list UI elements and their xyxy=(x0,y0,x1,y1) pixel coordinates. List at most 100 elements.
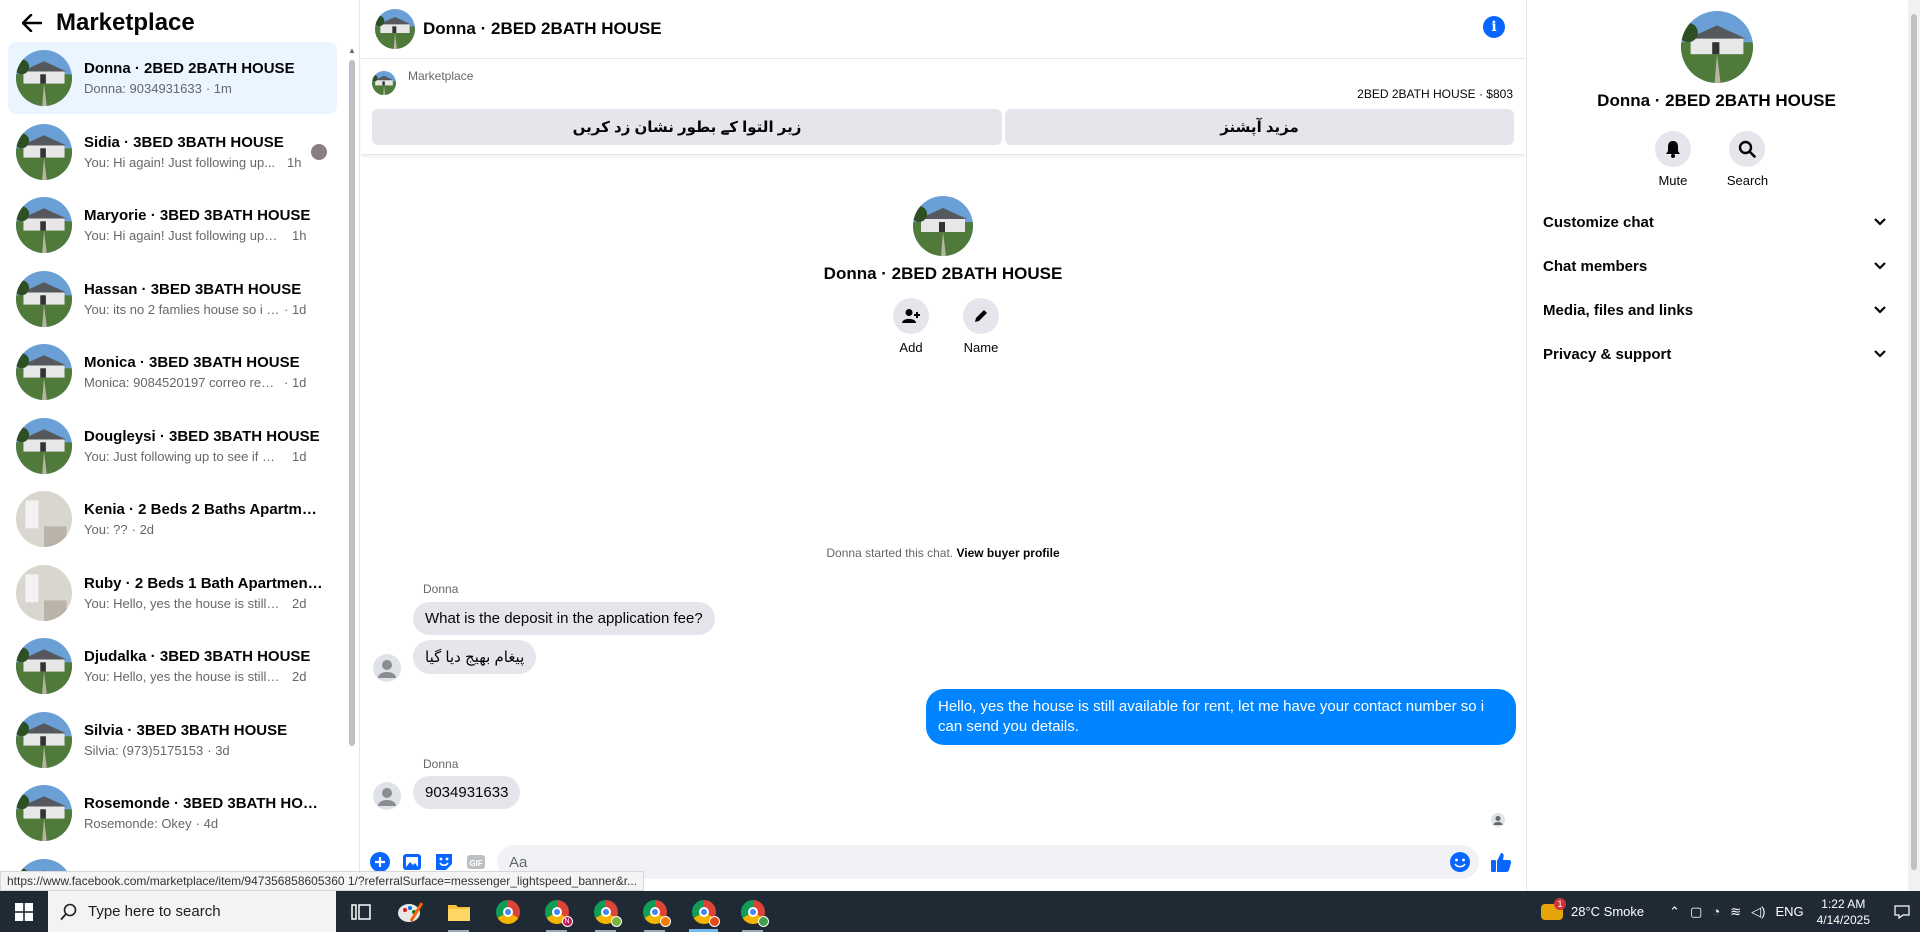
conversation-time: · 3d xyxy=(207,742,230,758)
more-options-button[interactable]: مزید آپشنز xyxy=(1005,109,1514,145)
task-view-icon[interactable] xyxy=(336,891,385,932)
conversation-item[interactable]: Dougleysi · 3BED 3BATH HOUSE You: Just fo… xyxy=(8,410,337,482)
meet-now-icon[interactable]: ▢ xyxy=(1690,904,1702,920)
conversation-item[interactable]: Rosemonde · 3BED 3BATH HOUSE Rosemonde: O… xyxy=(8,777,337,849)
conversation-item[interactable]: Kenia · 2 Beds 2 Baths Apartmen... You: ?… xyxy=(8,483,337,555)
chat-avatar[interactable] xyxy=(375,9,415,49)
system-tray: 1 28°C Smoke ⌃ ▢ ◔ ≋ ◁) ENG 1:22 AM 4/14… xyxy=(1541,891,1920,932)
sidebar-header: Marketplace xyxy=(0,0,359,46)
seen-avatar xyxy=(311,143,327,160)
view-buyer-profile-link[interactable]: View buyer profile xyxy=(956,546,1059,560)
message-bubble-incoming[interactable]: What is the deposit in the application f… xyxy=(413,602,715,635)
emoji-icon[interactable] xyxy=(1449,851,1471,878)
sidebar-scrollbar[interactable]: ▲ xyxy=(348,46,356,891)
conversation-name: Hassan · 3BED 3BATH HOUSE xyxy=(84,280,302,298)
conversation-meta: You: Hello, yes the house is still ava..… xyxy=(84,596,337,611)
conversation-thumbnail xyxy=(16,270,72,327)
mute-button[interactable]: Mute xyxy=(1654,131,1691,188)
search-icon xyxy=(60,903,77,920)
taskbar-search[interactable]: Type here to search xyxy=(48,891,336,932)
conversation-meta: You: Hi again! Just following up—if ... 1… xyxy=(84,228,337,243)
conversation-preview: Rosemonde: Okey xyxy=(84,816,192,831)
sidebar-title: Marketplace xyxy=(56,9,195,36)
language-indicator[interactable]: ENG xyxy=(1775,904,1803,919)
mute-label: Mute xyxy=(1658,173,1688,188)
edit-name-button[interactable]: Name xyxy=(963,298,999,355)
conversation-sidebar: Marketplace Donna · 2BED 2BATH HOUSE Donn… xyxy=(0,0,360,891)
section-label: Chat members xyxy=(1543,257,1648,275)
chrome-profile-icon[interactable]: N xyxy=(532,891,581,932)
add-label: Add xyxy=(899,340,923,355)
chat-members-section[interactable]: Chat members xyxy=(1527,244,1906,288)
conversation-name: Rosemonde · 3BED 3BATH HOUSE xyxy=(84,795,324,812)
message-bubble-incoming[interactable]: پیغام بھیج دیا گیا xyxy=(413,640,537,674)
plus-circle-icon[interactable] xyxy=(369,851,391,873)
wifi-icon[interactable]: ≋ xyxy=(1730,904,1741,920)
chrome-profile-icon[interactable] xyxy=(581,891,630,932)
conversation-meta: You: Just following up to see if you'...… xyxy=(84,449,337,464)
listing-thumbnail[interactable] xyxy=(372,71,396,95)
conversation-item[interactable]: Maryorie · 3BED 3BATH HOUSE You: Hi again… xyxy=(8,189,337,261)
notifications-icon[interactable] xyxy=(1884,904,1920,919)
chat-pane: Donna · 2BED 2BATH HOUSE i Marketplace 2… xyxy=(361,0,1525,891)
bell-icon xyxy=(1654,131,1691,167)
add-member-button[interactable]: Add xyxy=(893,298,929,355)
mark-pending-button[interactable]: زیر التوا کے بطور نشان زد کریں xyxy=(372,109,1002,145)
paint-app-icon[interactable] xyxy=(385,891,434,932)
chevron-up-icon[interactable]: ⌃ xyxy=(1669,904,1680,920)
conversation-meta: Silvia: (973)5175153 · 3d xyxy=(84,743,337,758)
gif-icon[interactable]: GIF xyxy=(465,851,487,873)
weather-widget[interactable]: 1 28°C Smoke xyxy=(1541,897,1644,920)
conversation-item[interactable]: Djudalka · 3BED 3BATH HOUSE You: Hello, y… xyxy=(8,630,337,702)
conversation-thumbnail xyxy=(16,638,72,694)
clock-time: 1:22 AM xyxy=(1821,896,1866,911)
search-label: Search xyxy=(1726,173,1769,188)
chat-header: Donna · 2BED 2BATH HOUSE i xyxy=(361,0,1525,59)
info-avatar[interactable] xyxy=(1680,11,1753,83)
photo-icon[interactable] xyxy=(401,851,423,873)
conversation-preview: Monica: 9084520197 correo regular xyxy=(84,375,280,390)
customize-chat-section[interactable]: Customize chat xyxy=(1527,200,1906,244)
chat-title[interactable]: Donna · 2BED 2BATH HOUSE xyxy=(423,19,662,39)
privacy-support-section[interactable]: Privacy & support xyxy=(1527,332,1906,376)
clock[interactable]: 1:22 AM 4/14/2025 xyxy=(1817,896,1870,928)
chrome-profile-icon[interactable] xyxy=(630,891,679,932)
media-files-links-section[interactable]: Media, files and links xyxy=(1527,288,1906,332)
windows-start-icon[interactable] xyxy=(0,891,48,932)
conversation-item[interactable]: Monica · 3BED 3BATH HOUSE Monica: 9084520… xyxy=(8,336,337,408)
window-scrollbar[interactable] xyxy=(1908,0,1920,891)
conversation-item[interactable]: Sidia · 3BED 3BATH HOUSE You: Hi again! J… xyxy=(8,116,337,188)
message-bubble-incoming[interactable]: 9034931633 xyxy=(413,776,521,809)
conversation-name: Silvia · 3BED 3BATH HOUSE xyxy=(84,721,288,739)
sticker-icon[interactable] xyxy=(433,851,455,873)
chrome-icon[interactable] xyxy=(483,891,532,932)
message-sender: Donna xyxy=(423,582,459,596)
file-explorer-icon[interactable] xyxy=(434,891,483,932)
conversation-thumbnail xyxy=(16,123,72,180)
conversation-item[interactable]: Ruby · 2 Beds 1 Bath Apartment... You: He… xyxy=(8,557,337,629)
section-label: Media, files and links xyxy=(1543,301,1694,319)
sender-avatar[interactable] xyxy=(373,782,401,810)
message-bubble-outgoing[interactable]: Hello, yes the house is still available … xyxy=(926,689,1516,745)
conversation-time: · 1d xyxy=(284,301,307,317)
network-icon[interactable]: ◔ xyxy=(1712,904,1720,919)
info-icon[interactable]: i xyxy=(1483,16,1505,38)
conversation-preview: You: its no 2 famlies house so i can ... xyxy=(84,301,280,317)
volume-icon[interactable]: ◁) xyxy=(1751,904,1765,920)
thumbs-up-icon[interactable] xyxy=(1489,850,1512,872)
conversation-item[interactable]: Silvia · 3BED 3BATH HOUSE Silvia: (973)51… xyxy=(8,704,337,776)
conversation-thumbnail xyxy=(16,711,72,768)
listing-title-price[interactable]: 2BED 2BATH HOUSE · $803 xyxy=(1357,87,1513,101)
chrome-profile-icon[interactable] xyxy=(679,891,728,932)
conversation-item[interactable]: Donna · 2BED 2BATH HOUSE Donna: 903493163… xyxy=(8,42,337,114)
conversation-meta: Monica: 9084520197 correo regular · 1d xyxy=(84,375,337,390)
started-text: Donna started this chat. xyxy=(826,546,954,560)
conversation-item[interactable]: Hassan · 3BED 3BATH HOUSE You: its no 2 f… xyxy=(8,263,337,335)
chrome-profile-icon[interactable] xyxy=(728,891,777,932)
sender-avatar[interactable] xyxy=(373,654,401,682)
conversation-time: · 4d xyxy=(195,816,219,831)
conversation-name: Djudalka · 3BED 3BATH HOUSE xyxy=(84,648,311,665)
conversation-thumbnail xyxy=(16,50,72,106)
back-arrow-icon[interactable] xyxy=(20,11,44,35)
search-in-chat-button[interactable]: Search xyxy=(1727,131,1768,188)
